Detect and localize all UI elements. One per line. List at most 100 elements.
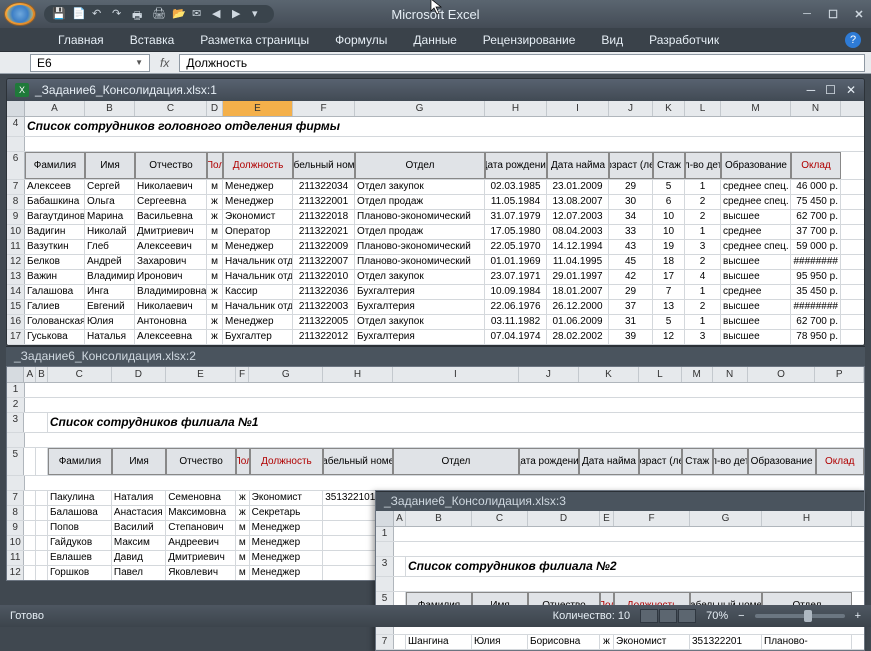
sheet-3[interactable]: ABCDEFGH 13Список сотрудников филиала №2…: [376, 511, 864, 650]
cell[interactable]: Наталья: [85, 330, 135, 344]
cell[interactable]: Менеджер: [250, 551, 324, 565]
cell[interactable]: Павел: [112, 566, 166, 580]
row-header[interactable]: 8: [7, 506, 24, 520]
column-header[interactable]: J: [519, 367, 579, 382]
cell[interactable]: 35 450 р.: [791, 285, 841, 299]
column-header[interactable]: E: [223, 101, 293, 116]
cell[interactable]: 34: [609, 210, 653, 224]
table-header[interactable]: Табельный номер: [293, 152, 355, 179]
column-header[interactable]: M: [682, 367, 713, 382]
cell[interactable]: 19: [653, 240, 685, 254]
cell[interactable]: Вагаутдинов: [25, 210, 85, 224]
row-header[interactable]: 11: [7, 240, 25, 254]
table-header[interactable]: Стаж: [682, 448, 713, 475]
cell[interactable]: [24, 448, 36, 475]
view-layout-icon[interactable]: [659, 609, 677, 623]
cell[interactable]: Менеджер: [250, 521, 324, 535]
row-header[interactable]: 11: [7, 551, 24, 565]
cell[interactable]: 17.05.1980: [485, 225, 547, 239]
column-header[interactable]: N: [713, 367, 748, 382]
cell[interactable]: [24, 521, 36, 535]
print-preview-icon[interactable]: 🖶: [132, 7, 146, 21]
cell[interactable]: 10: [653, 210, 685, 224]
row-header[interactable]: 3: [376, 557, 394, 576]
print-icon[interactable]: 🖨: [152, 7, 166, 21]
cell[interactable]: 45: [609, 255, 653, 269]
row-header[interactable]: 3: [7, 413, 24, 432]
save-icon[interactable]: 💾: [52, 7, 66, 21]
tab-review[interactable]: Рецензирование: [475, 29, 584, 51]
cell[interactable]: 211322005: [293, 315, 355, 329]
cell[interactable]: Отдел закупок: [355, 180, 485, 194]
table-header[interactable]: Имя: [112, 448, 166, 475]
column-header[interactable]: E: [166, 367, 236, 382]
cell[interactable]: ########: [791, 255, 841, 269]
cell[interactable]: Максимовна: [166, 506, 236, 520]
table-header[interactable]: Отчество: [166, 448, 236, 475]
row-header[interactable]: 1: [376, 527, 394, 541]
cell[interactable]: [24, 506, 36, 520]
cell[interactable]: Менеджер: [250, 566, 324, 580]
cell[interactable]: 31.07.1979: [485, 210, 547, 224]
office-button[interactable]: [4, 2, 36, 26]
table-header[interactable]: Стаж: [653, 152, 685, 179]
column-header[interactable]: F: [236, 367, 250, 382]
cell[interactable]: 211322012: [293, 330, 355, 344]
row-header[interactable]: 6: [7, 152, 25, 179]
cell[interactable]: Вадигин: [25, 225, 85, 239]
table-header[interactable]: Дата найма: [547, 152, 609, 179]
column-header[interactable]: H: [323, 367, 393, 382]
cell[interactable]: 23.07.1971: [485, 270, 547, 284]
cell[interactable]: Алексеевич: [135, 240, 207, 254]
cell[interactable]: 6: [653, 195, 685, 209]
cell[interactable]: 18: [653, 255, 685, 269]
workbook-titlebar-3[interactable]: _Задание6_Консолидация.xlsx:3: [376, 491, 864, 511]
row-header[interactable]: 1: [7, 383, 25, 397]
cell[interactable]: 02.03.1985: [485, 180, 547, 194]
cell[interactable]: Яковлевич: [166, 566, 236, 580]
zoom-in-button[interactable]: +: [855, 610, 861, 622]
cell[interactable]: Начальник отдела: [223, 300, 293, 314]
table-header[interactable]: Имя: [85, 152, 135, 179]
cell[interactable]: 2: [685, 255, 721, 269]
cell[interactable]: Начальник отдела: [223, 270, 293, 284]
cell[interactable]: Давид: [112, 551, 166, 565]
cell[interactable]: Бухгалтер: [223, 330, 293, 344]
table-header[interactable]: Пол: [236, 448, 250, 475]
sheet-1[interactable]: ABCDEFGHIJKLMN 4Список сотрудников голов…: [7, 101, 864, 346]
cell[interactable]: 18.01.2007: [547, 285, 609, 299]
table-header[interactable]: Образование: [721, 152, 791, 179]
cell[interactable]: Иронович: [135, 270, 207, 284]
table-header[interactable]: Отчество: [135, 152, 207, 179]
cell[interactable]: [36, 448, 48, 475]
cell[interactable]: Отдел закупок: [355, 270, 485, 284]
column-header[interactable]: D: [528, 511, 600, 526]
cell[interactable]: Экономист: [614, 635, 690, 649]
table-header[interactable]: Кол-во детей: [713, 448, 748, 475]
row-header[interactable]: 12: [7, 255, 25, 269]
view-normal-icon[interactable]: [640, 609, 658, 623]
cell[interactable]: Сергеевна: [135, 195, 207, 209]
table-header[interactable]: Отдел: [355, 152, 485, 179]
cell[interactable]: Отдел продаж: [355, 195, 485, 209]
cell[interactable]: м: [207, 300, 223, 314]
cell[interactable]: ж: [207, 210, 223, 224]
row-header[interactable]: 7: [7, 491, 24, 505]
redo-icon[interactable]: ↷: [112, 7, 126, 21]
table-header[interactable]: Пол: [207, 152, 223, 179]
cell[interactable]: Инга: [85, 285, 135, 299]
maximize-button[interactable]: ☐: [825, 8, 841, 21]
cell[interactable]: Юлия: [472, 635, 528, 649]
table-header[interactable]: Дата найма: [579, 448, 639, 475]
wb-close-button[interactable]: ✕: [846, 83, 856, 97]
nav-back-icon[interactable]: ◀: [212, 7, 226, 21]
minimize-button[interactable]: ─: [799, 8, 815, 21]
cell[interactable]: 10.09.1984: [485, 285, 547, 299]
cell[interactable]: м: [207, 225, 223, 239]
cell[interactable]: [24, 413, 47, 432]
cell[interactable]: 211322034: [293, 180, 355, 194]
cell[interactable]: 2: [685, 300, 721, 314]
column-header[interactable]: D: [207, 101, 223, 116]
cell[interactable]: Важин: [25, 270, 85, 284]
cell[interactable]: 29: [609, 285, 653, 299]
